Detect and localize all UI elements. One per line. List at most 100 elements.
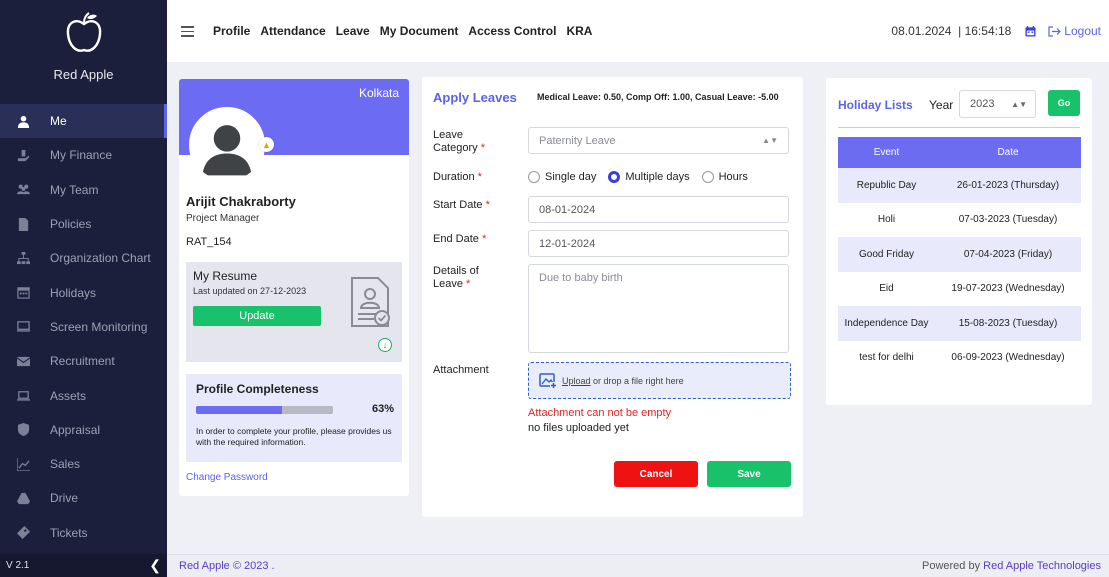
profile-code: RAT_154 [186,236,232,248]
topnav-profile[interactable]: Profile [213,24,250,38]
topnav-attendance[interactable]: Attendance [260,24,325,38]
end-date-label: End Date * [433,233,487,245]
sidebar-item-assets[interactable]: Assets [0,378,167,412]
leave-category-label: Leave Category * [433,129,485,154]
sidebar-item-label: Tickets [50,525,88,540]
sidebar-item-holidays[interactable]: Holidays [0,275,167,309]
collapse-chevron-icon[interactable]: ❮ [149,557,161,574]
sidebar-item-label: Me [50,114,67,129]
warning-icon: ▲ [259,137,274,152]
duration-hours-radio[interactable]: Hours [701,171,748,183]
duration-multiple-days-radio[interactable]: Multiple days [608,171,690,183]
envelope-icon [16,354,30,368]
completeness-percent: 63% [371,403,394,415]
column-header-event: Event [838,137,935,168]
top-nav: Profile Attendance Leave My Document Acc… [213,24,592,38]
holiday-date-cell: 19-07-2023 (Wednesday) [951,283,1065,295]
sidebar-item-label: Organization Chart [50,251,151,266]
holiday-event-cell: Independence Day [838,306,935,341]
upload-link[interactable]: Upload [562,376,591,386]
sidebar-item-policies[interactable]: Policies [0,207,167,241]
topnav-leave[interactable]: Leave [336,24,370,38]
user-avatar-icon [191,109,263,181]
sidebar-item-label: Drive [50,491,79,506]
leave-balance: Medical Leave: 0.50, Comp Off: 1.00, Cas… [537,92,779,102]
sidebar-nav: Me My Finance My Team Policies Organization … [0,104,167,550]
avatar[interactable] [189,107,265,183]
attachment-error: Attachment can not be empty [528,407,672,419]
holiday-event-cell: test for delhi [859,352,914,364]
profile-completeness: Profile Completeness 63% In order to com… [186,374,402,462]
save-button[interactable]: Save [707,461,791,487]
download-icon[interactable]: ↓ [378,338,392,352]
laptop-icon [16,389,30,403]
line-chart-icon [16,457,30,471]
go-button[interactable]: Go [1048,90,1080,116]
holiday-date-cell: 06-09-2023 (Wednesday) [951,352,1065,364]
footer-copyright: Red Apple © 2023 . [179,560,275,572]
holiday-date-cell: 07-04-2023 (Friday) [935,237,1081,272]
leave-category-value: Paternity Leave [539,134,616,147]
ticket-icon [16,526,30,540]
year-value: 2023 [970,98,995,110]
profile-card: Kolkata ▲ Arijit Chakraborty Project Man… [179,79,409,496]
sidebar-item-label: My Finance [50,148,113,163]
sidebar: Red Apple Me My Finance My Team Policies Org… [0,0,167,577]
sidebar-item-my-finance[interactable]: My Finance [0,138,167,172]
year-select[interactable]: 2023 ▲▼ [959,90,1036,118]
footer-powered: Powered by Red Apple Technologies [922,560,1101,572]
sidebar-item-sales[interactable]: Sales [0,447,167,481]
table-row: Eid 19-07-2023 (Wednesday) [838,272,1081,307]
sidebar-item-appraisal[interactable]: Appraisal [0,413,167,447]
menu-hamburger-icon[interactable] [181,26,194,37]
holiday-event-cell: Holi [877,214,896,226]
team-icon [16,183,30,197]
holiday-event-cell: Republic Day [838,168,935,203]
sidebar-item-tickets[interactable]: Tickets [0,516,167,550]
logout-link[interactable]: Logout [1048,24,1101,38]
details-label: Details of Leave * [433,265,479,290]
table-row: Good Friday 07-04-2023 (Friday) [838,237,1081,272]
holiday-event-cell: Good Friday [838,237,935,272]
sidebar-item-label: Recruitment [50,354,115,369]
completeness-progress [196,406,333,414]
monitor-icon [16,320,30,334]
sidebar-item-drive[interactable]: Drive [0,481,167,515]
topnav-kra[interactable]: KRA [566,24,592,38]
sidebar-item-label: Appraisal [50,422,101,437]
calendar-icon [16,286,30,300]
duration-options: Single day Multiple days Hours [528,171,748,183]
footer: Red Apple © 2023 . Powered by Red Apple … [167,554,1109,577]
logout-icon [1048,25,1062,37]
topnav-access-control[interactable]: Access Control [468,24,556,38]
version-bar: V 2.1 ❮ [0,554,167,577]
no-files-text: no files uploaded yet [528,422,629,434]
leave-details-textarea[interactable]: Due to baby birth [528,264,789,353]
attachment-dropzone[interactable]: Upload or drop a file right here [528,362,791,399]
apply-leaves-title: Apply Leaves [433,90,517,105]
brand-name: Red Apple [53,67,114,82]
resume-update-button[interactable]: Update [193,306,321,326]
leave-category-select[interactable]: Paternity Leave ▲▼ [528,127,789,154]
holiday-date-cell: 07-03-2023 (Tuesday) [958,214,1058,226]
logo[interactable]: Red Apple [0,0,167,104]
select-caret-icon: ▲▼ [762,136,778,145]
duration-single-day-radio[interactable]: Single day [528,171,596,183]
start-date-input[interactable]: 08-01-2024 [528,196,789,223]
shield-icon [16,423,30,437]
holiday-list-card: Holiday Lists Year 2023 ▲▼ Go Event Date … [826,78,1092,405]
sidebar-item-recruitment[interactable]: Recruitment [0,344,167,378]
sidebar-item-label: Screen Monitoring [50,319,148,334]
cancel-button[interactable]: Cancel [614,461,698,487]
change-password-link[interactable]: Change Password [186,472,268,483]
sidebar-item-me[interactable]: Me [0,104,167,139]
holiday-date-cell: 26-01-2023 (Thursday) [935,168,1081,203]
topnav-my-document[interactable]: My Document [380,24,459,38]
sidebar-item-organization-chart[interactable]: Organization Chart [0,241,167,275]
start-date-label: Start Date * [433,199,490,211]
sidebar-item-my-team[interactable]: My Team [0,173,167,207]
footer-company-link[interactable]: Red Apple Technologies [983,560,1101,572]
calendar-icon[interactable] [1025,25,1036,37]
end-date-input[interactable]: 12-01-2024 [528,230,789,257]
sidebar-item-screen-monitoring[interactable]: Screen Monitoring [0,310,167,344]
